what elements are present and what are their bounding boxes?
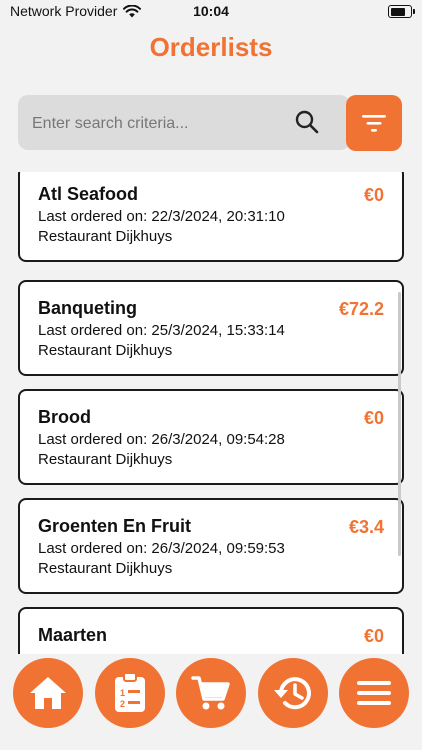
orderlist-price: €3.4 [348,517,384,537]
nav-orderlists-button[interactable]: 1 2 [95,658,165,728]
orderlist-card[interactable]: Brood €0 Last ordered on: 26/3/2024, 09:… [18,389,404,485]
filter-icon [362,115,386,132]
orderlist-name: Atl Seafood [38,184,139,204]
history-icon [274,677,311,710]
orderlist-price: €0 [363,408,384,428]
nav-menu-button[interactable] [339,658,409,728]
orderlist-name: Maarten [38,625,108,645]
orderlist-name: Banqueting [38,298,137,318]
home-icon [30,677,66,709]
page-title: Orderlists [149,32,273,62]
menu-icon [357,681,391,705]
checklist-icon: 1 2 [115,672,145,712]
orderlist-list[interactable]: Atl Seafood €0 Last ordered on: 22/3/202… [0,172,422,654]
orderlist-location: Restaurant Dijkhuys [38,451,173,468]
orderlist-card[interactable]: Banqueting €72.2 Last ordered on: 25/3/2… [18,280,404,376]
search-input[interactable] [30,95,284,152]
orderlist-last-ordered: Last ordered on: 26/3/2024, 09:54:28 [38,431,285,448]
nav-home-button[interactable] [13,658,83,728]
svg-text:1: 1 [120,688,125,698]
orderlist-name: Groenten En Fruit [38,516,191,536]
orderlist-card[interactable]: Groenten En Fruit €3.4 Last ordered on: … [18,498,404,594]
cart-icon [191,676,230,710]
battery-level [390,7,405,16]
nav-cart-button[interactable] [176,658,246,728]
orderlist-price: €0 [363,626,384,646]
orderlist-last-ordered: Last ordered on: 26/3/2024, 09:59:53 [38,540,285,557]
battery-icon [388,5,415,18]
bottom-nav: 1 2 [0,652,422,750]
orderlist-price: €72.2 [338,299,384,319]
orderlist-card[interactable]: Maarten €0 [18,607,404,654]
status-bar: Network Provider 10:04 [0,0,422,26]
orderlist-location: Restaurant Dijkhuys [38,342,173,359]
orderlist-price: €0 [363,185,384,205]
nav-history-button[interactable] [258,658,328,728]
orderlist-last-ordered: Last ordered on: 22/3/2024, 20:31:10 [38,208,285,225]
orderlist-location: Restaurant Dijkhuys [38,560,173,577]
orderlist-location: Restaurant Dijkhuys [38,228,173,245]
orderlist-last-ordered: Last ordered on: 25/3/2024, 15:33:14 [38,322,285,339]
orderlist-card[interactable]: Atl Seafood €0 Last ordered on: 22/3/202… [18,172,404,262]
scroll-indicator[interactable] [398,292,401,556]
orderlist-name: Brood [38,407,91,427]
status-time: 10:04 [193,3,229,19]
search-box [18,95,350,152]
search-icon[interactable] [294,109,320,135]
svg-text:2: 2 [120,699,125,709]
filter-button[interactable] [346,95,402,151]
